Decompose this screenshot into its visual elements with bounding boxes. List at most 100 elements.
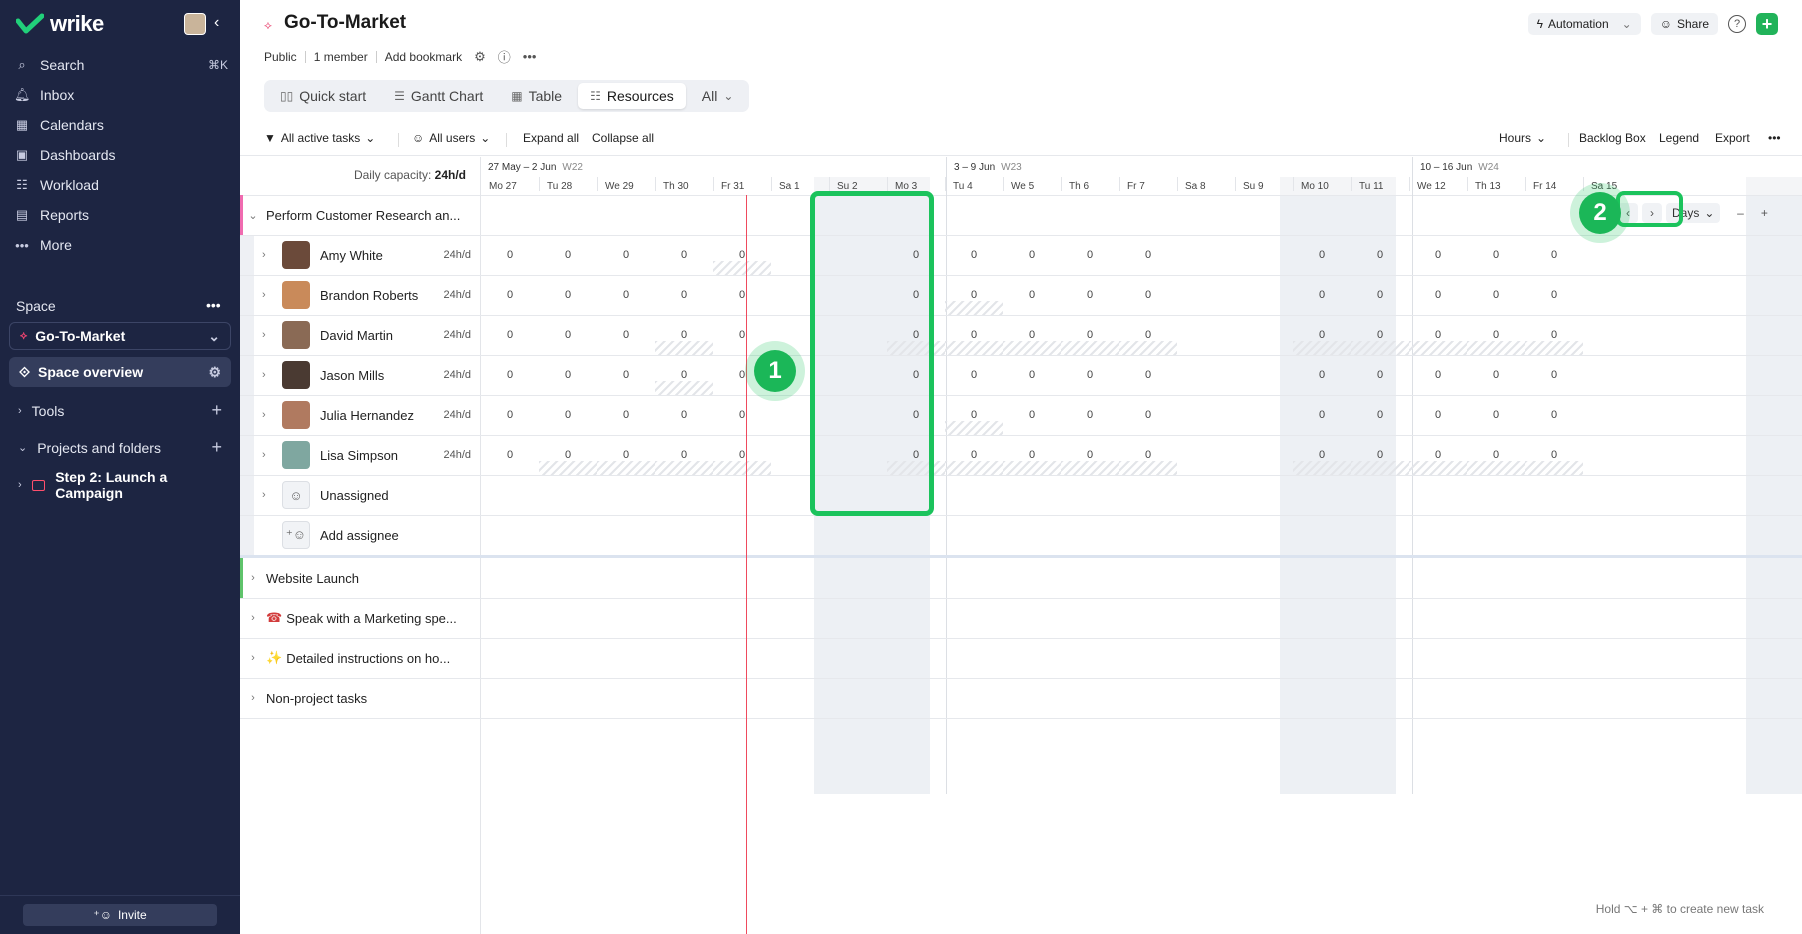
workload-cell[interactable]: 0 [1138, 449, 1158, 461]
workload-cell[interactable]: 0 [1138, 369, 1158, 381]
tab-gantt-chart[interactable]: ☰ Gantt Chart [382, 83, 495, 109]
workload-cell[interactable]: 0 [616, 289, 636, 301]
workload-cell[interactable]: 0 [964, 449, 984, 461]
collapse-sidebar-icon[interactable]: ‹ [214, 14, 219, 32]
assignee-row[interactable]: › David Martin 24h/d [240, 315, 480, 355]
task-group-row[interactable]: › ☎ Speak with a Marketing spe... [240, 598, 480, 638]
share-button[interactable]: ☺ Share [1650, 13, 1718, 35]
workload-cell[interactable]: 0 [1312, 249, 1332, 261]
zoom-in-button[interactable]: + [1754, 203, 1774, 223]
tools-item[interactable]: › Tools + [18, 400, 232, 421]
workload-cell[interactable]: 0 [500, 449, 520, 461]
workload-cell[interactable]: 0 [1544, 249, 1564, 261]
workload-cell[interactable]: 0 [674, 289, 694, 301]
project-item-launch-campaign[interactable]: › Step 2: Launch a Campaign [18, 469, 232, 501]
workload-cell[interactable]: 0 [1138, 409, 1158, 421]
nav-inbox[interactable]: 🔔︎ Inbox [14, 82, 228, 108]
assignee-row[interactable]: › Brandon Roberts 24h/d [240, 275, 480, 315]
workload-cell[interactable]: 0 [1022, 249, 1042, 261]
workload-cell[interactable]: 0 [674, 329, 694, 341]
gear-icon[interactable]: ⚙ [208, 364, 221, 381]
workload-cell[interactable]: 0 [1370, 329, 1390, 341]
workload-cell[interactable]: 0 [1312, 329, 1332, 341]
wrike-logo[interactable]: wrike [16, 11, 104, 37]
user-avatar[interactable] [184, 13, 206, 35]
chevron-right-icon[interactable]: › [240, 489, 270, 501]
workload-cell[interactable]: 0 [674, 369, 694, 381]
workload-cell[interactable]: 0 [1544, 409, 1564, 421]
workload-cell[interactable]: 0 [1080, 289, 1100, 301]
workload-cell[interactable]: 0 [964, 289, 984, 301]
workload-cell[interactable]: 0 [1428, 289, 1448, 301]
workload-cell[interactable]: 0 [616, 449, 636, 461]
help-icon[interactable]: ? [1728, 15, 1746, 33]
tab-all-views[interactable]: All ⌄ [690, 83, 746, 109]
chevron-right-icon[interactable]: › [240, 612, 266, 624]
workload-cell[interactable]: 0 [558, 369, 578, 381]
nav-dashboards[interactable]: ▣ Dashboards [14, 142, 228, 168]
chevron-right-icon[interactable]: › [240, 289, 270, 301]
workload-cell[interactable]: 0 [1486, 369, 1506, 381]
workload-cell[interactable]: 0 [674, 449, 694, 461]
workload-cell[interactable]: 0 [1022, 289, 1042, 301]
workload-cell[interactable]: 0 [1312, 409, 1332, 421]
workload-cell[interactable]: 0 [1022, 369, 1042, 381]
legend-button[interactable]: Legend [1659, 131, 1699, 145]
workload-cell[interactable]: 0 [616, 329, 636, 341]
workload-cell[interactable]: 0 [558, 409, 578, 421]
workload-cell[interactable]: 0 [1486, 329, 1506, 341]
workload-cell[interactable]: 0 [732, 289, 752, 301]
nav-search[interactable]: ⌕ Search ⌘K [14, 52, 228, 78]
workload-cell[interactable]: 0 [1080, 369, 1100, 381]
workload-cell[interactable]: 0 [732, 329, 752, 341]
chevron-right-icon[interactable]: › [240, 409, 270, 421]
workload-cell[interactable]: 0 [1544, 369, 1564, 381]
workload-cell[interactable]: 0 [1138, 249, 1158, 261]
workload-cell[interactable]: 0 [1022, 409, 1042, 421]
workload-cell[interactable]: 0 [558, 249, 578, 261]
workload-cell[interactable]: 0 [674, 249, 694, 261]
assignee-row[interactable]: › Jason Mills 24h/d [240, 355, 480, 395]
units-dropdown[interactable]: Hours ⌄ [1499, 131, 1546, 145]
workload-cell[interactable]: 0 [558, 329, 578, 341]
workload-cell[interactable]: 0 [674, 409, 694, 421]
workload-cell[interactable]: 0 [964, 409, 984, 421]
workload-cell[interactable]: 0 [1428, 329, 1448, 341]
workload-cell[interactable]: 0 [1312, 369, 1332, 381]
workload-cell[interactable]: 0 [1428, 249, 1448, 261]
workload-cell[interactable]: 0 [500, 369, 520, 381]
workload-cell[interactable]: 0 [1080, 409, 1100, 421]
workload-cell[interactable]: 0 [1080, 449, 1100, 461]
workload-cell[interactable]: 0 [500, 289, 520, 301]
workload-cell[interactable]: 0 [1138, 329, 1158, 341]
workload-cell[interactable]: 0 [616, 369, 636, 381]
workload-cell[interactable]: 0 [732, 449, 752, 461]
collapse-all-button[interactable]: Collapse all [592, 131, 654, 145]
workload-cell[interactable]: 0 [558, 449, 578, 461]
workload-cell[interactable]: 0 [1486, 289, 1506, 301]
workload-cell[interactable]: 0 [1428, 409, 1448, 421]
unassigned-row[interactable]: › ☺ Unassigned [240, 475, 480, 515]
tab-resources[interactable]: ☷ Resources [578, 83, 686, 109]
task-filter-dropdown[interactable]: ▼ All active tasks ⌄ [264, 131, 375, 145]
add-assignee-row[interactable]: ⁺☺ Add assignee [240, 515, 480, 555]
export-button[interactable]: Export [1715, 131, 1750, 145]
workload-cell[interactable]: 0 [1370, 289, 1390, 301]
backlog-box-button[interactable]: Backlog Box [1579, 131, 1646, 145]
automation-button[interactable]: ϟ Automation ⌄ [1527, 13, 1641, 35]
members-label[interactable]: 1 member [314, 50, 368, 64]
info-icon[interactable]: ⓘ [498, 47, 511, 66]
workload-cell[interactable]: 0 [1486, 409, 1506, 421]
workload-cell[interactable]: 0 [1370, 249, 1390, 261]
chevron-right-icon[interactable]: › [240, 572, 266, 584]
space-selector[interactable]: ⟡ Go-To-Market ⌄ [9, 322, 231, 350]
visibility-label[interactable]: Public [264, 50, 297, 64]
task-group-row[interactable]: › Non-project tasks [240, 678, 480, 718]
workload-cell[interactable]: 0 [964, 329, 984, 341]
chevron-right-icon[interactable]: › [240, 249, 270, 261]
invite-button[interactable]: ⁺☺ Invite [23, 904, 217, 926]
workload-cell[interactable]: 0 [1138, 289, 1158, 301]
workload-cell[interactable]: 0 [1544, 329, 1564, 341]
add-tool-icon[interactable]: + [211, 400, 222, 421]
workload-cell[interactable]: 0 [1544, 449, 1564, 461]
